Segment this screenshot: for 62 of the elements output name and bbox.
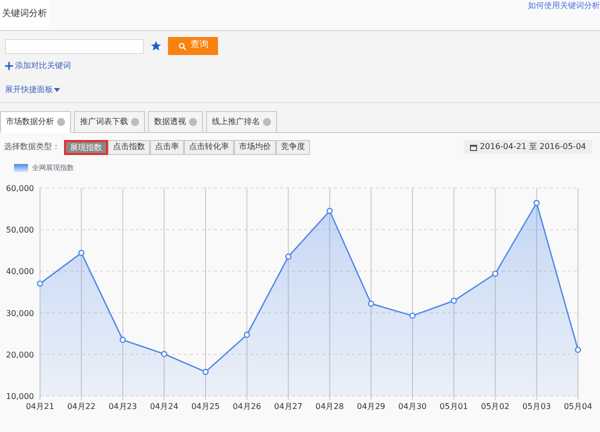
help-icon	[263, 118, 271, 126]
y-axis-label: 40,000	[6, 267, 34, 276]
data-point	[368, 300, 374, 307]
metric-button[interactable]: 点击率	[150, 140, 184, 154]
data-point	[492, 270, 498, 277]
help-icon	[57, 118, 65, 126]
data-point	[120, 336, 126, 343]
date-range-text: 2016-04-21 至 2016-05-04	[480, 141, 586, 153]
x-axis-label: 05月03	[522, 402, 551, 411]
help-link[interactable]: 如何使用关键词分析	[528, 0, 600, 12]
x-axis-label: 04月28	[316, 402, 344, 411]
x-axis-label: 05月02	[481, 402, 510, 411]
x-axis-label: 04月24	[150, 402, 178, 411]
page-tab[interactable]: 关键词分析	[0, 0, 49, 30]
data-point	[78, 250, 84, 256]
x-axis-label: 04月21	[26, 402, 54, 411]
tab[interactable]: 推广词表下载	[74, 111, 145, 133]
tab[interactable]: 市场数据分析	[0, 111, 71, 133]
x-axis-label: 04月25	[191, 402, 220, 411]
y-axis-label: 20,000	[6, 350, 34, 360]
metric-label: 选择数据类型：	[4, 141, 60, 153]
y-axis-label: 10,000	[6, 392, 34, 401]
y-axis-label: 30,000	[6, 308, 34, 318]
metric-button[interactable]: 竞争度	[276, 140, 310, 154]
metric-button[interactable]: 展现指数	[64, 140, 108, 154]
add-keyword-link[interactable]: 添加对比关键词	[5, 60, 71, 72]
keyword-input[interactable]	[5, 38, 144, 54]
legend-swatch	[14, 164, 28, 172]
x-axis-label: 04月23	[108, 402, 137, 411]
x-axis-label: 04月30	[398, 402, 427, 411]
calendar-icon	[470, 144, 477, 150]
expand-panel-link[interactable]: 展开快捷面板	[5, 84, 60, 96]
x-axis-label: 05月04	[564, 402, 592, 411]
help-icon	[131, 118, 139, 126]
x-axis-label: 04月29	[356, 402, 386, 411]
data-point	[244, 332, 250, 338]
data-point	[409, 312, 416, 319]
plus-icon	[5, 62, 13, 70]
search-icon	[178, 42, 186, 50]
data-point	[450, 298, 457, 304]
data-point	[285, 254, 292, 260]
metric-button[interactable]: 点击转化率	[184, 140, 234, 154]
data-point	[534, 200, 540, 206]
x-axis-label: 05月01	[440, 402, 468, 411]
tab[interactable]: 数据透视	[148, 111, 203, 133]
data-point	[326, 208, 333, 214]
data-point	[36, 280, 44, 287]
star-icon[interactable]	[150, 40, 162, 52]
y-axis-label: 50,000	[6, 226, 34, 235]
help-icon	[189, 118, 197, 126]
x-axis-label: 04月26	[232, 402, 262, 411]
data-point	[202, 368, 209, 375]
caret-icon	[54, 88, 60, 92]
date-range[interactable]: 2016-04-21 至 2016-05-04	[464, 140, 592, 154]
y-axis-label: 60,000	[6, 184, 34, 193]
x-axis-label: 04月27	[274, 402, 302, 411]
data-point	[161, 350, 168, 358]
metric-button[interactable]: 市场均价	[234, 140, 276, 154]
tab[interactable]: 线上推广排名	[206, 111, 277, 133]
x-axis-label: 04月22	[67, 402, 96, 411]
metric-button[interactable]: 点击指数	[108, 140, 150, 154]
data-point	[574, 346, 582, 353]
